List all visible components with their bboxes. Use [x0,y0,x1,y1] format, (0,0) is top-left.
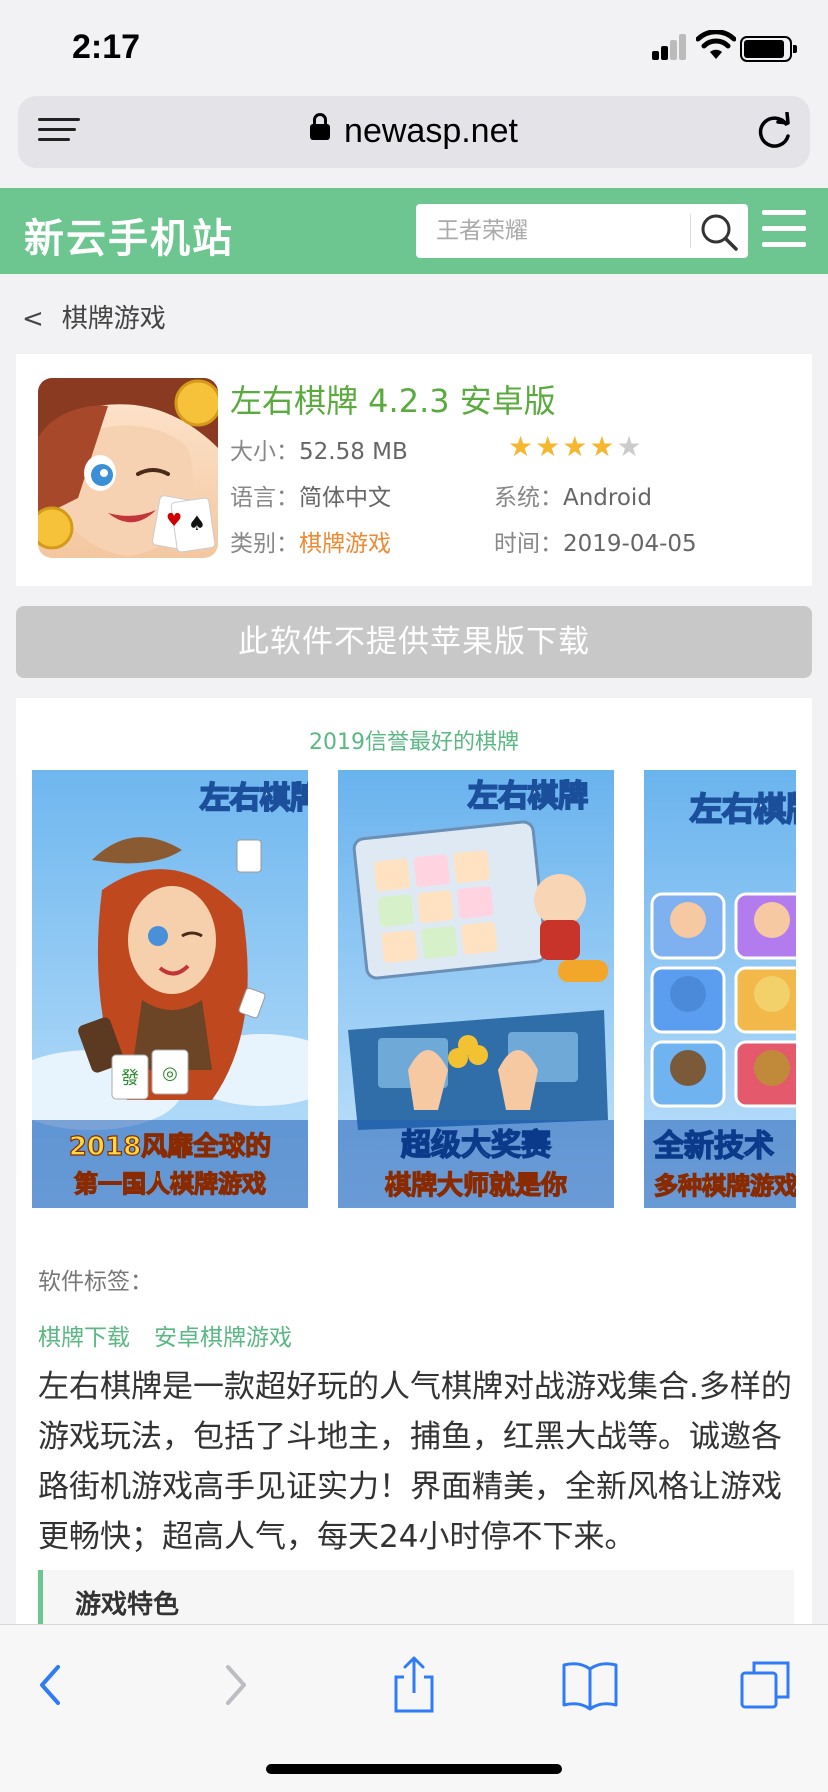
no-ios-download-button[interactable]: 此软件不提供苹果版下载 [16,606,812,678]
app-size: 大小：52.58 MB [230,439,408,465]
app-icon: ♠ ♥ [38,378,218,558]
app-system: 系统：Android [494,485,652,511]
screenshot-3[interactable]: 左右棋牌 全新技术 多种棋牌游戏 [644,770,796,1208]
shot-caption-line1: 2018风靡全球的 [69,1131,271,1162]
features-title: 游戏特色 [75,1590,180,1620]
home-indicator[interactable] [266,1764,562,1774]
battery-icon [740,36,797,62]
svg-text:♥: ♥ [166,510,182,531]
url-display[interactable]: newasp.net [18,112,810,151]
site-header: 新云手机站 [0,188,828,274]
lock-icon [310,113,331,140]
search-input[interactable] [424,212,688,250]
shot-caption-line2: 多种棋牌游戏 [654,1172,796,1200]
share-icon[interactable] [384,1655,444,1715]
svg-text:◎: ◎ [162,1063,178,1084]
screenshot-1[interactable]: 發 ◎ 左右棋牌 2018风靡全球的 第一国人棋牌游戏 [32,770,308,1208]
shot-brand: 左右棋牌 [200,781,308,816]
search-divider [690,214,691,248]
category-link[interactable]: 棋牌游戏 [299,531,391,557]
content-card: 2019信誉最好的棋牌 發 ◎ 左右棋牌 2018风靡全球的 第一国人棋牌游戏 … [16,698,812,1638]
tags-label: 软件标签： [38,1269,153,1295]
shot-caption-line2: 棋牌大师就是你 [385,1170,567,1201]
back-icon[interactable] [22,1655,82,1715]
site-logo[interactable]: 新云手机站 [24,206,234,264]
hamburger-icon[interactable] [762,210,806,252]
shot-caption-line2: 第一国人棋牌游戏 [74,1170,266,1198]
cellular-signal-icon [652,34,688,60]
tag-links: 棋牌下载 安卓棋牌游戏 [38,1318,316,1352]
svg-text:發: 發 [121,1068,139,1089]
tag-link[interactable]: 安卓棋牌游戏 [154,1325,292,1351]
status-bar: 2:17 [0,0,828,96]
star-icon: ★ [508,430,536,463]
screenshot-carousel[interactable]: 發 ◎ 左右棋牌 2018风靡全球的 第一国人棋牌游戏 左右棋牌 超级大奖赛 棋… [32,770,796,1208]
address-bar[interactable]: newasp.net [18,96,810,168]
tabs-icon[interactable] [736,1655,796,1715]
shot-caption-line1: 超级大奖赛 [401,1128,552,1163]
tag-link[interactable]: 棋牌下载 [38,1325,130,1351]
shot-brand: 左右棋牌 [468,779,588,814]
app-language: 语言：简体中文 [230,485,391,511]
star-icon: ★ [589,430,617,463]
reload-icon[interactable] [754,112,794,152]
screenshot-2[interactable]: 左右棋牌 超级大奖赛 棋牌大师就是你 [338,770,614,1208]
star-icon: ★ [562,430,590,463]
app-category: 类别：棋牌游戏 [230,531,391,557]
app-description: 左右棋牌是一款超好玩的人气棋牌对战游戏集合.多样的游戏玩法，包括了斗地主，捕鱼，… [38,1369,792,1555]
shot-caption-line1: 全新技术 [653,1129,774,1164]
app-date: 时间：2019-04-05 [494,531,697,557]
app-title: 左右棋牌 4.2.3 安卓版 [230,382,556,420]
wifi-icon [696,30,736,59]
url-text: newasp.net [344,112,518,150]
bookmarks-icon[interactable] [560,1655,620,1715]
breadcrumb-label[interactable]: 棋牌游戏 [62,304,166,334]
breadcrumb[interactable]: < 棋牌游戏 [22,298,166,335]
shot-brand: 左右棋牌 [690,790,796,828]
status-time: 2:17 [72,28,141,66]
svg-text:♠: ♠ [188,511,206,535]
forward-icon[interactable] [204,1655,264,1715]
screenshots-title: 2019信誉最好的棋牌 [309,730,519,755]
search-box [416,204,748,258]
star-icon: ★ [616,430,644,463]
rating-stars: ★★★★★ [508,430,644,463]
back-chevron-icon[interactable]: < [22,304,44,334]
search-icon[interactable] [698,211,740,253]
app-info-card: ♠ ♥ 左右棋牌 4.2.3 安卓版 大小：52.58 MB ★★★★★ 语言：… [16,354,812,586]
star-icon: ★ [535,430,563,463]
